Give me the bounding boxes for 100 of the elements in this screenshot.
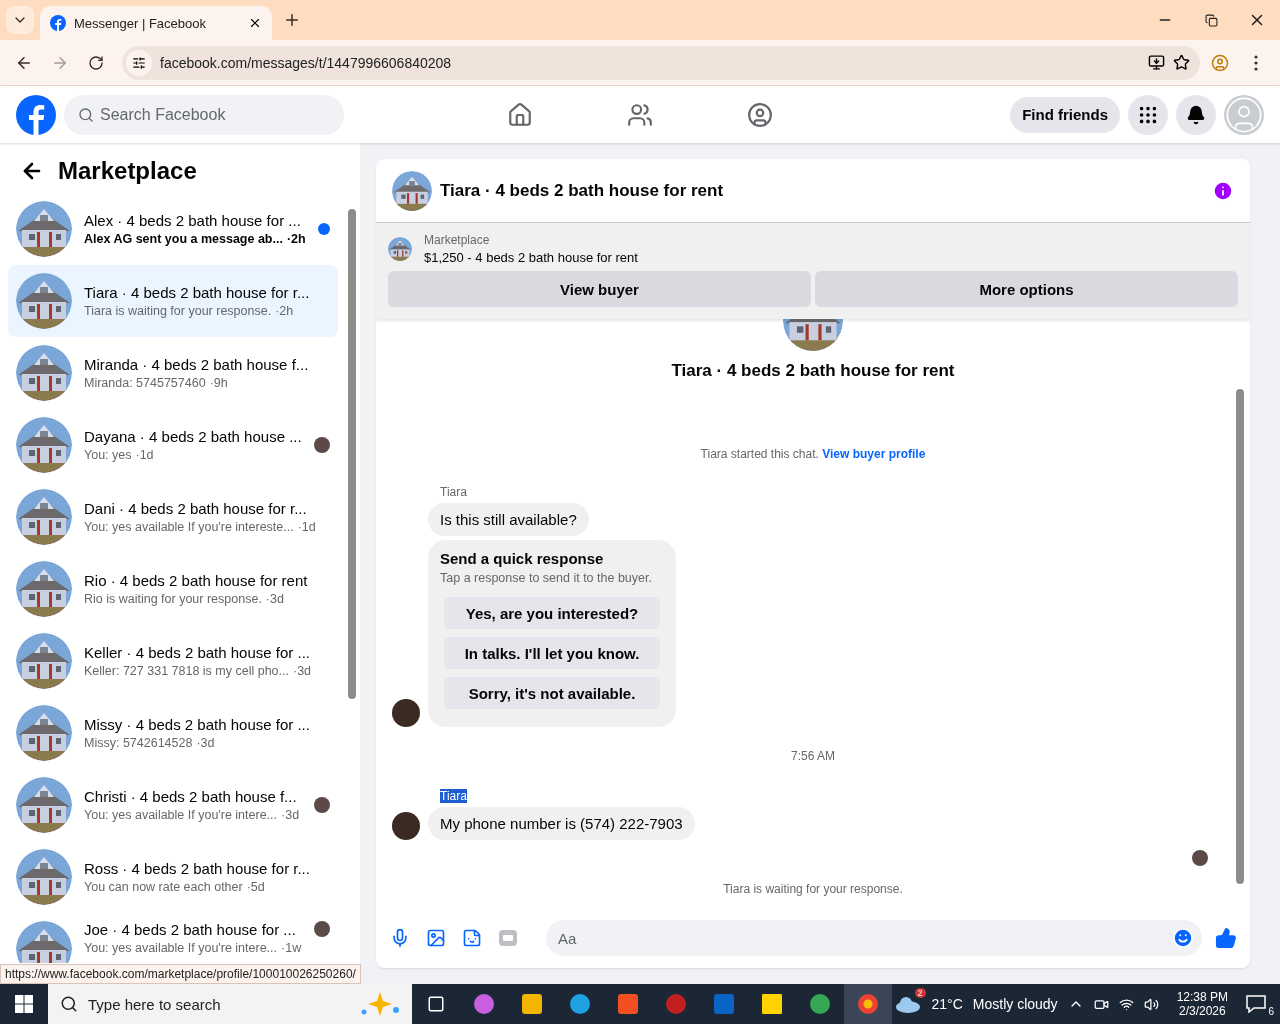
conversation-title: Alex · 4 beds 2 bath house for ...	[84, 212, 302, 229]
search-field[interactable]: Search Facebook	[64, 94, 344, 135]
conversation-title: Dani · 4 beds 2 bath house for r...	[84, 500, 308, 517]
seen-avatar	[1192, 850, 1208, 866]
f-logo-icon[interactable]	[16, 94, 56, 135]
address-bar[interactable]: facebook.com/messages/t/1447996606840208	[122, 45, 1200, 80]
search-icon	[78, 106, 94, 123]
home-icon[interactable]	[507, 101, 533, 128]
bell-icon	[1186, 104, 1206, 125]
url-tooltip: https://www.facebook.com/marketplace/profile/100010026250260/	[0, 964, 361, 984]
message-preview: You can now rate each other	[84, 880, 243, 894]
conversation-item[interactable]: Rio · 4 beds 2 bath house for rent Rio is waiting for your response. ·3d	[8, 553, 338, 625]
friends-icon[interactable]	[627, 101, 653, 128]
clock[interactable]: 12:38 PM 2/3/2026	[1176, 990, 1228, 1018]
quick-response-button[interactable]: In talks. I'll let you know.	[444, 637, 660, 669]
browser-tab[interactable]: Messenger | Facebook	[40, 6, 272, 40]
conversation-item[interactable]: Dani · 4 beds 2 bath house for r... You: yes available If you're intereste... ·1d	[8, 481, 338, 553]
notification-icon[interactable]	[1246, 995, 1266, 1013]
conversation-title: Missy · 4 beds 2 bath house for ...	[84, 716, 311, 733]
url-text: facebook.com/messages/t/1447996606840208	[160, 54, 453, 71]
message-preview: Alex AG sent you a message ab...	[84, 232, 283, 246]
message-bubble: Is this still available?	[428, 503, 589, 536]
avatar	[392, 699, 420, 727]
active-app-button[interactable]	[844, 984, 892, 1024]
bookmark-star-icon[interactable]	[1173, 54, 1190, 71]
windows-logo-icon[interactable]	[15, 995, 33, 1013]
conversation-title: Dayana · 4 beds 2 bath house ...	[84, 428, 302, 445]
sliders-icon	[132, 55, 146, 70]
conversation-item[interactable]: Christi · 4 beds 2 bath house f... You: yes available If you're intere... ·3d	[8, 769, 338, 841]
message-time: ·3d	[281, 808, 300, 822]
menu-button[interactable]	[1128, 94, 1168, 135]
new-tab-icon[interactable]	[283, 11, 301, 29]
task-view-icon[interactable]	[427, 995, 445, 1013]
notifications-button[interactable]	[1176, 94, 1216, 135]
conversation-item[interactable]: Missy · 4 beds 2 bath house for ... Missy: 5742614528 ·3d	[8, 697, 338, 769]
more-menu-icon[interactable]	[1254, 54, 1258, 71]
message-time: ·2h	[286, 232, 306, 246]
search-icon	[60, 995, 78, 1013]
circle-app-icon[interactable]	[568, 992, 592, 1016]
conversation-item[interactable]: Ross · 4 beds 2 bath house for r... You can now rate each other ·5d	[8, 841, 338, 913]
conversation-title: Tiara · 4 beds 2 bath house for r...	[84, 284, 311, 301]
conversation-title: Christi · 4 beds 2 bath house f...	[84, 788, 298, 805]
message-time: ·3d	[293, 664, 312, 678]
scrollbar[interactable]	[348, 209, 356, 699]
install-icon[interactable]	[1148, 54, 1165, 71]
tab-list-button[interactable]	[6, 6, 34, 34]
message-time: ·9h	[209, 376, 228, 390]
sender-name: Tiara	[440, 485, 467, 499]
notification-count: 6	[1268, 1006, 1274, 1017]
message-time: ·5d	[246, 880, 265, 894]
quick-response-button[interactable]: Yes, are you interested?	[444, 597, 660, 629]
conversation-item[interactable]: Miranda · 4 beds 2 bath house f... Miranda: 5745757460 ·9h	[8, 337, 338, 409]
profile-link[interactable]: View buyer profile	[822, 447, 926, 461]
cloud-icon[interactable]	[893, 994, 922, 1014]
tab-title: Messenger | Facebook	[74, 15, 207, 31]
network-icon[interactable]	[1118, 996, 1134, 1012]
volume-icon[interactable]	[1143, 996, 1159, 1012]
temperature: 21°C	[931, 996, 963, 1012]
conversation-title: Rio · 4 beds 2 bath house for rent	[84, 572, 309, 589]
reload-icon[interactable]	[88, 54, 104, 71]
message-time: ·1d	[135, 448, 154, 462]
f-logo-icon[interactable]	[50, 15, 66, 31]
weather-condition: Mostly cloudy	[972, 996, 1058, 1012]
listing-button[interactable]: More options	[815, 271, 1238, 307]
sticker-icon[interactable]	[462, 928, 482, 948]
conversation-item[interactable]: Dayana · 4 beds 2 bath house ... You: yes ·1d	[8, 409, 338, 481]
message-preview: Rio is waiting for your response.	[84, 592, 262, 606]
message-preview: Tiara is waiting for your response.	[84, 304, 272, 318]
quick-response-subtitle: Tap a response to send it to the buyer.	[440, 571, 653, 585]
conversation-item[interactable]: Alex · 4 beds 2 bath house for ... Alex AG sent you a message ab... ·2h	[8, 193, 338, 265]
sidebar-title: Marketplace	[58, 157, 197, 185]
circle-app-icon[interactable]	[808, 992, 832, 1016]
listing-title: $1,250 - 4 beds 2 bath house for rent	[424, 250, 638, 265]
info-icon[interactable]	[1212, 179, 1234, 202]
conversation-title: Miranda · 4 beds 2 bath house f...	[84, 356, 310, 373]
message-time: ·1w	[281, 941, 302, 955]
conversation-item[interactable]: Tiara · 4 beds 2 bath house for r... Tiara is waiting for your response. ·2h	[8, 265, 338, 337]
conversation-title: Ross · 4 beds 2 bath house for r...	[84, 860, 311, 877]
message-time: ·3d	[196, 736, 215, 750]
image-icon[interactable]	[426, 928, 446, 948]
message-field[interactable]: Aa	[546, 920, 1202, 956]
message-preview: You: yes	[84, 448, 132, 462]
site-settings-button[interactable]	[126, 49, 152, 76]
taskbar-search-field[interactable]: Type here to search	[48, 984, 412, 1024]
conversation-item[interactable]: Keller · 4 beds 2 bath house for ... Keller: 727 331 7818 is my cell pho... ·3d	[8, 625, 338, 697]
emoji-icon[interactable]	[1172, 927, 1194, 949]
find-friends-button[interactable]: Find friends	[1010, 96, 1120, 133]
restore-icon[interactable]	[1204, 13, 1218, 27]
microphone-icon[interactable]	[390, 928, 410, 948]
person-circle-icon[interactable]	[747, 101, 773, 128]
thumbs-up-icon[interactable]	[1215, 927, 1237, 949]
quick-response-button[interactable]: Sorry, it's not available.	[444, 677, 660, 709]
profile-icon[interactable]	[1211, 53, 1229, 72]
message-preview: You: yes available If you're intere...	[84, 808, 277, 822]
close-icon[interactable]	[248, 16, 262, 30]
scrollbar[interactable]	[1236, 389, 1244, 884]
message-time: ·3d	[265, 592, 284, 606]
chat-title: Tiara · 4 beds 2 bath house for rent	[440, 180, 725, 201]
intro-title: Tiara · 4 beds 2 bath house for rent	[671, 361, 955, 381]
listing-button[interactable]: View buyer	[388, 271, 811, 307]
